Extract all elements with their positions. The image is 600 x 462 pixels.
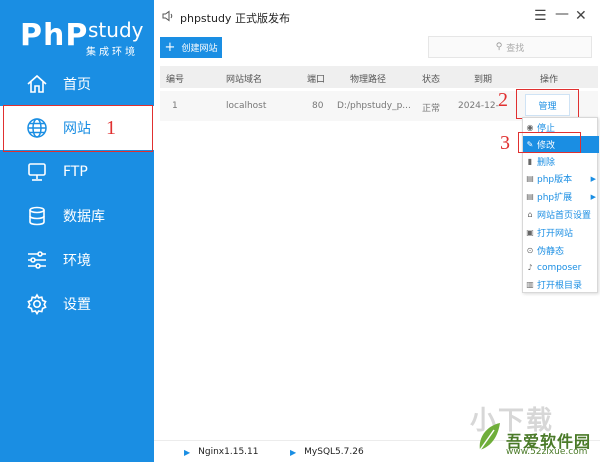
app-logo: PhP study 集成环境	[20, 18, 150, 62]
manage-button[interactable]: 管理	[525, 94, 570, 116]
menu-item-label: php版本	[537, 175, 573, 185]
status-nginx-label: Nginx1.15.11	[198, 447, 259, 457]
menu-item-label: 修改	[537, 141, 556, 151]
sidebar-item-label: 首页	[63, 77, 91, 93]
php-ext-icon: ▤	[526, 192, 534, 201]
table-header: 编号 网站域名 端口 物理路径 状态 到期 操作	[160, 66, 598, 88]
watermark-url: www.52zixue.com	[506, 447, 588, 457]
submenu-arrow-icon: ▶	[590, 192, 596, 201]
sidebar-item-home[interactable]: 首页	[0, 62, 154, 106]
monitor-icon	[28, 163, 46, 181]
menu-item-stop[interactable]: ◉ 停止	[523, 119, 599, 136]
open-site-icon: ▣	[526, 228, 534, 237]
column-header-domain: 网站域名	[226, 75, 263, 85]
status-mysql[interactable]: ▶ MySQL5.7.26	[290, 447, 364, 457]
sidebar-item-database[interactable]: 数据库	[0, 194, 154, 238]
home-icon	[27, 74, 47, 93]
logo-study: study	[88, 18, 144, 42]
annotation-3: 3	[500, 132, 510, 154]
sidebar-item-label: 网站	[63, 121, 91, 137]
database-icon	[29, 206, 45, 226]
menu-item-composer[interactable]: ♪ composer	[523, 259, 599, 276]
column-header-id: 编号	[166, 75, 185, 85]
globe-icon	[27, 118, 47, 138]
logo-subtitle: 集成环境	[86, 47, 138, 58]
menu-item-php-extensions[interactable]: ▤ php扩展 ▶	[523, 188, 599, 205]
home-small-icon: ⌂	[527, 210, 533, 219]
composer-icon: ♪	[527, 263, 533, 272]
search-placeholder: 查找	[506, 43, 525, 54]
column-header-port: 端口	[307, 75, 326, 85]
rewrite-icon: ⊙	[526, 246, 534, 255]
search-icon: ⚲	[495, 42, 503, 52]
cell-domain: localhost	[226, 101, 267, 111]
php-icon: ▤	[526, 174, 534, 183]
menu-item-modify[interactable]: ✎ 修改	[523, 136, 599, 153]
menu-item-label: 打开根目录	[537, 281, 583, 291]
minimize-icon[interactable]: —	[555, 6, 569, 22]
menu-item-php-version[interactable]: ▤ php版本 ▶	[523, 170, 599, 187]
annotation-1: 1	[106, 117, 116, 139]
menu-item-open-root[interactable]: ▥ 打开根目录	[523, 276, 599, 293]
sidebar: PhP study 集成环境 首页 网站 FTP 数据库 环境 设置	[0, 0, 154, 462]
create-site-label: 创建网站	[181, 44, 218, 54]
gear-icon	[27, 293, 47, 315]
folder-icon: ▥	[526, 280, 534, 289]
sliders-icon	[28, 251, 46, 269]
annotation-2: 2	[498, 89, 508, 111]
column-header-actions: 操作	[540, 75, 559, 85]
cell-path: D:/phpstudy_p...	[337, 101, 411, 111]
cell-id: 1	[172, 101, 178, 111]
window-title: phpstudy 正式版发布	[180, 12, 290, 25]
menu-item-label: composer	[537, 262, 582, 273]
title-bar: phpstudy 正式版发布 ☰ — ✕	[154, 0, 600, 34]
site-context-menu: ◉ 停止 ✎ 修改 ▮ 删除 ▤ php版本 ▶ ▤ php扩展 ▶ ⌂ 网站首…	[522, 117, 599, 293]
column-header-status: 状态	[422, 75, 441, 85]
plus-icon: +	[164, 40, 176, 55]
logo-main: PhP	[20, 18, 89, 53]
menu-icon[interactable]: ☰	[534, 8, 547, 24]
menu-item-label: 网站首页设置	[537, 211, 592, 221]
status-mysql-label: MySQL5.7.26	[304, 447, 364, 457]
menu-item-open-site[interactable]: ▣ 打开网站	[523, 224, 599, 241]
menu-item-label: 伪静态	[537, 247, 565, 257]
column-header-expire: 到期	[474, 75, 493, 85]
play-icon: ▶	[290, 447, 297, 457]
play-icon: ▶	[184, 447, 191, 457]
menu-item-homepage-settings[interactable]: ⌂ 网站首页设置	[523, 206, 599, 223]
menu-item-label: 删除	[537, 158, 556, 168]
trash-icon: ▮	[527, 157, 533, 166]
sidebar-item-settings[interactable]: 设置	[0, 282, 154, 326]
column-header-path: 物理路径	[350, 75, 387, 85]
menu-item-rewrite[interactable]: ⊙ 伪静态	[523, 242, 599, 259]
sidebar-item-label: FTP	[63, 164, 88, 180]
menu-item-label: php扩展	[537, 193, 573, 203]
sidebar-item-websites[interactable]: 网站	[0, 106, 154, 150]
cell-status: 正常	[422, 104, 441, 114]
close-icon[interactable]: ✕	[575, 8, 587, 24]
sidebar-item-label: 环境	[63, 253, 91, 269]
search-input[interactable]: ⚲ 查找	[428, 36, 592, 58]
stop-icon: ◉	[526, 123, 534, 132]
sidebar-item-environment[interactable]: 环境	[0, 238, 154, 282]
menu-item-label: 打开网站	[537, 229, 574, 239]
edit-icon: ✎	[526, 140, 534, 149]
cell-expire: 2024-12-	[458, 101, 499, 111]
status-nginx[interactable]: ▶ Nginx1.15.11	[184, 447, 258, 457]
menu-item-delete[interactable]: ▮ 删除	[523, 153, 599, 170]
cell-port: 80	[312, 101, 324, 111]
create-site-button[interactable]: + 创建网站	[160, 37, 222, 58]
speaker-icon	[162, 10, 173, 22]
sidebar-item-label: 设置	[63, 297, 91, 313]
sidebar-item-label: 数据库	[63, 209, 105, 225]
sidebar-item-ftp[interactable]: FTP	[0, 150, 154, 194]
submenu-arrow-icon: ▶	[590, 174, 596, 183]
watermark-leaf-icon	[479, 423, 500, 451]
menu-item-label: 停止	[537, 124, 556, 134]
